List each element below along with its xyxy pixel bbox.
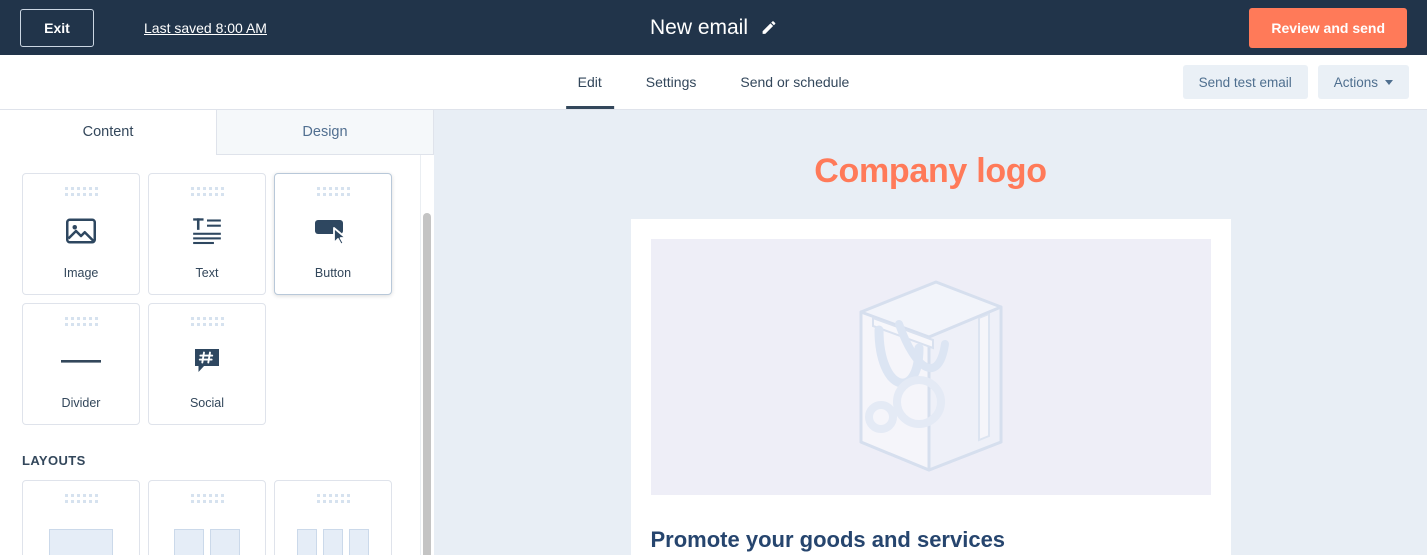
- drag-handle-icon[interactable]: [190, 317, 224, 326]
- actions-label: Actions: [1333, 74, 1378, 90]
- two-column-layout[interactable]: [148, 480, 266, 555]
- shopping-bag-illustration: [859, 280, 1002, 472]
- pencil-icon[interactable]: [760, 19, 777, 36]
- tab-send-or-schedule[interactable]: Send or schedule: [718, 55, 871, 109]
- button-cursor-icon: [275, 196, 391, 266]
- layout-preview: [174, 529, 240, 555]
- block-social[interactable]: Social: [148, 303, 266, 425]
- drag-handle-icon[interactable]: [316, 187, 350, 196]
- block-label: Image: [63, 266, 99, 280]
- sidebar-scrollbar-thumb[interactable]: [423, 213, 431, 555]
- drag-handle-icon[interactable]: [190, 494, 224, 503]
- drag-handle-icon[interactable]: [190, 187, 224, 196]
- caret-down-icon: [1385, 79, 1393, 85]
- block-divider[interactable]: Divider: [22, 303, 140, 425]
- send-test-email-button[interactable]: Send test email: [1182, 65, 1308, 99]
- drag-handle-icon[interactable]: [64, 317, 98, 326]
- layout-preview: [297, 529, 369, 555]
- exit-button[interactable]: Exit: [20, 8, 94, 47]
- tab-edit[interactable]: Edit: [556, 55, 624, 109]
- review-and-send-button[interactable]: Review and send: [1249, 7, 1407, 48]
- layouts-grid: [22, 480, 422, 555]
- block-text[interactable]: Text: [148, 173, 266, 295]
- sidebar-panel-tabs: Content Design: [0, 110, 434, 155]
- panel-tab-design[interactable]: Design: [216, 110, 434, 155]
- email-body-card: Promote your goods and services: [630, 219, 1231, 555]
- drag-handle-icon[interactable]: [64, 494, 98, 503]
- email-title-group: New email: [650, 16, 777, 40]
- block-label: Text: [195, 266, 219, 280]
- content-blocks-grid: Image Text Button Divider Social: [22, 173, 422, 425]
- social-hashtag-icon: [149, 326, 265, 396]
- block-label: Button: [314, 266, 352, 280]
- nav-actions-group: Send test email Actions: [1182, 65, 1409, 99]
- layout-preview: [49, 529, 113, 555]
- secondary-nav-bar: Edit Settings Send or schedule Send test…: [0, 55, 1427, 110]
- sidebar-scrollbar-track[interactable]: [420, 155, 434, 555]
- last-saved-link[interactable]: Last saved 8:00 AM: [144, 20, 267, 36]
- image-icon: [23, 196, 139, 266]
- content-sidebar: Content Design Image Text Button Divider…: [0, 110, 434, 555]
- sidebar-scroll-area: Image Text Button Divider Social LAYOUTS: [0, 155, 434, 555]
- page-title: New email: [649, 15, 749, 39]
- send-test-email-label: Send test email: [1198, 74, 1292, 90]
- block-label: Social: [189, 396, 225, 410]
- editor-tabs: Edit Settings Send or schedule: [556, 55, 872, 109]
- drag-handle-icon[interactable]: [316, 494, 350, 503]
- block-label: Divider: [61, 396, 101, 410]
- divider-icon: [23, 326, 139, 396]
- panel-tab-content[interactable]: Content: [0, 110, 216, 155]
- editor-body: Content Design Image Text Button Divider…: [0, 110, 1427, 555]
- block-button[interactable]: Button: [274, 173, 392, 295]
- one-column-layout[interactable]: [22, 480, 140, 555]
- tab-settings[interactable]: Settings: [624, 55, 719, 109]
- top-bar: Exit Last saved 8:00 AM New email Review…: [0, 0, 1427, 55]
- block-image[interactable]: Image: [22, 173, 140, 295]
- email-heading[interactable]: Promote your goods and services: [651, 527, 1211, 553]
- company-logo-text[interactable]: Company logo: [814, 152, 1047, 191]
- layouts-heading: LAYOUTS: [22, 453, 86, 468]
- text-icon: [149, 196, 265, 266]
- three-column-layout[interactable]: [274, 480, 392, 555]
- drag-handle-icon[interactable]: [64, 187, 98, 196]
- hero-image-placeholder[interactable]: [650, 239, 1211, 495]
- actions-dropdown-button[interactable]: Actions: [1317, 65, 1409, 99]
- email-preview-canvas: Company logo Promote your goods and serv…: [434, 110, 1427, 555]
